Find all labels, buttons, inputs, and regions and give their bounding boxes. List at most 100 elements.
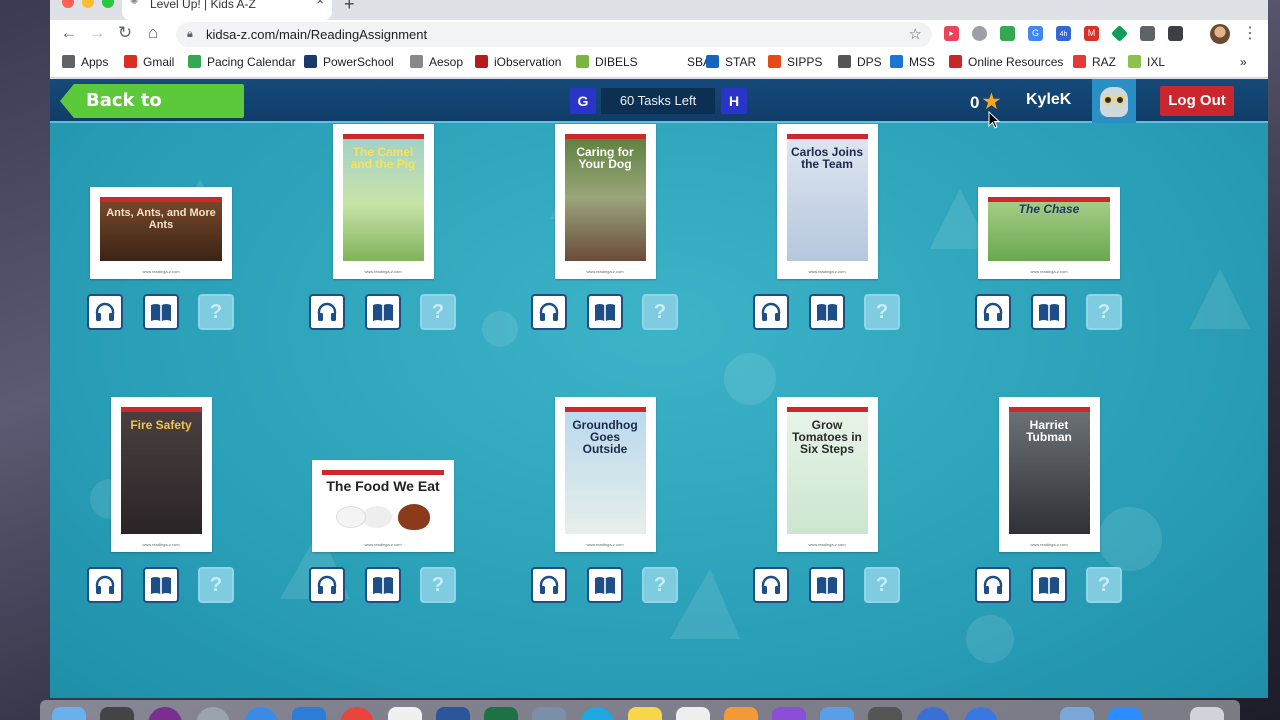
bookmark-pacing-calendar[interactable]: Pacing Calendar <box>188 55 296 69</box>
book-cover-ants-ants-and-more-ants[interactable]: Ants, Ants, and More Ants www.readinga-z.… <box>90 187 232 279</box>
extension-cast-screen-icon[interactable] <box>1140 26 1155 41</box>
bookmark-dibels[interactable]: DIBELS <box>576 55 638 69</box>
dock-photos-icon[interactable] <box>820 707 854 720</box>
listen-button[interactable] <box>753 567 789 603</box>
bookmark-ixl[interactable]: IXL <box>1128 55 1165 69</box>
browser-tab-active[interactable]: ✺ Level Up! | Kids A-Z × <box>122 0 332 20</box>
read-button[interactable] <box>143 567 179 603</box>
dock-mail-icon[interactable] <box>292 707 326 720</box>
dock-system-prefs-icon[interactable] <box>868 707 902 720</box>
listen-button[interactable] <box>87 294 123 330</box>
log-out-button[interactable]: Log Out <box>1160 86 1234 116</box>
dock-chrome-icon[interactable] <box>340 707 374 720</box>
quiz-button[interactable]: ? <box>1086 567 1122 603</box>
dock-music-icon[interactable] <box>772 707 806 720</box>
read-button[interactable] <box>809 294 845 330</box>
address-bar[interactable]: 🔒︎ kidsa-z.com/main/ReadingAssignment ☆ <box>176 22 932 47</box>
read-button[interactable] <box>143 294 179 330</box>
zoom-window-icon[interactable] <box>102 0 114 8</box>
extension-shield-icon[interactable] <box>972 26 987 41</box>
back-arrow-icon[interactable]: ← <box>58 23 80 43</box>
lock-icon[interactable]: 🔒︎ <box>187 22 193 47</box>
dock-siri-icon[interactable] <box>148 707 182 720</box>
book-cover-the-food-we-eat[interactable]: The Food We Eat www.readinga-z.com <box>312 460 454 552</box>
dock-finder-icon[interactable] <box>52 707 86 720</box>
book-cover-groundhog-goes-outside[interactable]: Groundhog Goes Outside www.readinga-z.com <box>554 397 656 552</box>
book-cover-carlos-joins-the-team[interactable]: Carlos Joins the Team www.readinga-z.com <box>776 124 878 279</box>
bookmark-apps[interactable]: Apps <box>62 55 108 69</box>
extension-dark-icon[interactable] <box>1168 26 1183 41</box>
dock-appstore-icon[interactable] <box>244 707 278 720</box>
bookmark-iobservation[interactable]: iObservation <box>475 55 561 69</box>
listen-button[interactable] <box>753 294 789 330</box>
dock-calendar-icon[interactable] <box>388 707 422 720</box>
dock-preview-icon[interactable] <box>532 707 566 720</box>
quiz-button[interactable]: ? <box>864 567 900 603</box>
dock-word-icon[interactable] <box>436 707 470 720</box>
bookmark-powerschool[interactable]: PowerSchool <box>304 55 394 69</box>
listen-button[interactable] <box>531 567 567 603</box>
book-cover-the-chase[interactable]: The Chase www.readinga-z.com <box>978 187 1120 279</box>
bookmark-gmail[interactable]: Gmail <box>124 55 174 69</box>
reload-icon[interactable]: ↻ <box>114 23 136 43</box>
dock-notes-icon[interactable] <box>628 707 662 720</box>
dock-excel-icon[interactable] <box>484 707 518 720</box>
dock-trash-icon[interactable] <box>1190 707 1224 720</box>
extension-gmail-icon[interactable]: M <box>1084 26 1099 41</box>
quiz-button[interactable]: ? <box>198 567 234 603</box>
listen-button[interactable] <box>975 567 1011 603</box>
quiz-button[interactable]: ? <box>642 294 678 330</box>
back-to-reading-button[interactable]: Back to Reading <box>60 84 244 118</box>
bookmark-star-icon[interactable]: ☆ <box>909 22 922 47</box>
read-button[interactable] <box>1031 567 1067 603</box>
extension-calendar-icon[interactable]: 4h <box>1056 26 1071 41</box>
extension-sheets-icon[interactable] <box>1000 26 1015 41</box>
read-button[interactable] <box>587 567 623 603</box>
dock-zoom-icon[interactable] <box>964 707 998 720</box>
dock-zoom-meetings-icon[interactable] <box>1108 707 1142 720</box>
listen-button[interactable] <box>309 567 345 603</box>
read-button[interactable] <box>809 567 845 603</box>
dock-launchpad-icon[interactable] <box>100 707 134 720</box>
bookmarks-overflow-icon[interactable]: » <box>1240 55 1247 69</box>
extension-diamond-icon[interactable] <box>1111 25 1128 42</box>
quiz-button[interactable]: ? <box>198 294 234 330</box>
bookmark-sba[interactable]: SBA <box>668 55 711 69</box>
new-tab-icon[interactable]: + <box>344 0 355 15</box>
quiz-button[interactable]: ? <box>1086 294 1122 330</box>
robot-avatar[interactable] <box>1092 79 1136 123</box>
tab-close-icon[interactable]: × <box>316 0 324 7</box>
book-cover-grow-tomatoes-in-six-steps[interactable]: Grow Tomatoes in Six Steps www.readinga-z… <box>776 397 878 552</box>
bookmark-raz[interactable]: RAZ <box>1073 55 1116 69</box>
listen-button[interactable] <box>531 294 567 330</box>
read-button[interactable] <box>1031 294 1067 330</box>
dock-reminders-icon[interactable] <box>676 707 710 720</box>
home-icon[interactable]: ⌂ <box>142 23 164 43</box>
quiz-button[interactable]: ? <box>642 567 678 603</box>
chrome-menu-icon[interactable]: ⋮ <box>1242 23 1258 43</box>
bookmark-star[interactable]: STAR <box>706 55 756 69</box>
bookmark-dps[interactable]: DPS <box>838 55 882 69</box>
chrome-profile-avatar[interactable] <box>1210 24 1230 44</box>
read-button[interactable] <box>365 567 401 603</box>
forward-arrow-icon[interactable]: → <box>86 23 108 43</box>
close-window-icon[interactable] <box>62 0 74 8</box>
quiz-button[interactable]: ? <box>420 294 456 330</box>
bookmark-online-resources[interactable]: Online Resources <box>949 55 1063 69</box>
dock-folder-icon[interactable] <box>1060 707 1094 720</box>
book-cover-fire-safety[interactable]: Fire Safety www.readinga-z.com <box>110 397 212 552</box>
listen-button[interactable] <box>87 567 123 603</box>
minimize-window-icon[interactable] <box>82 0 94 8</box>
quiz-button[interactable]: ? <box>864 294 900 330</box>
dock-safari-icon[interactable] <box>196 707 230 720</box>
read-button[interactable] <box>587 294 623 330</box>
dock-app-icon[interactable] <box>916 707 950 720</box>
listen-button[interactable] <box>309 294 345 330</box>
book-cover-the-camel-and-the-pig[interactable]: The Camel and the Pig www.readinga-z.com <box>332 124 434 279</box>
book-cover-harriet-tubman[interactable]: Harriet Tubman www.readinga-z.com <box>998 397 1100 552</box>
listen-button[interactable] <box>975 294 1011 330</box>
bookmark-mss[interactable]: MSS <box>890 55 935 69</box>
read-button[interactable] <box>365 294 401 330</box>
dock-pages-icon[interactable] <box>724 707 758 720</box>
extension-translate-icon[interactable]: G <box>1028 26 1043 41</box>
